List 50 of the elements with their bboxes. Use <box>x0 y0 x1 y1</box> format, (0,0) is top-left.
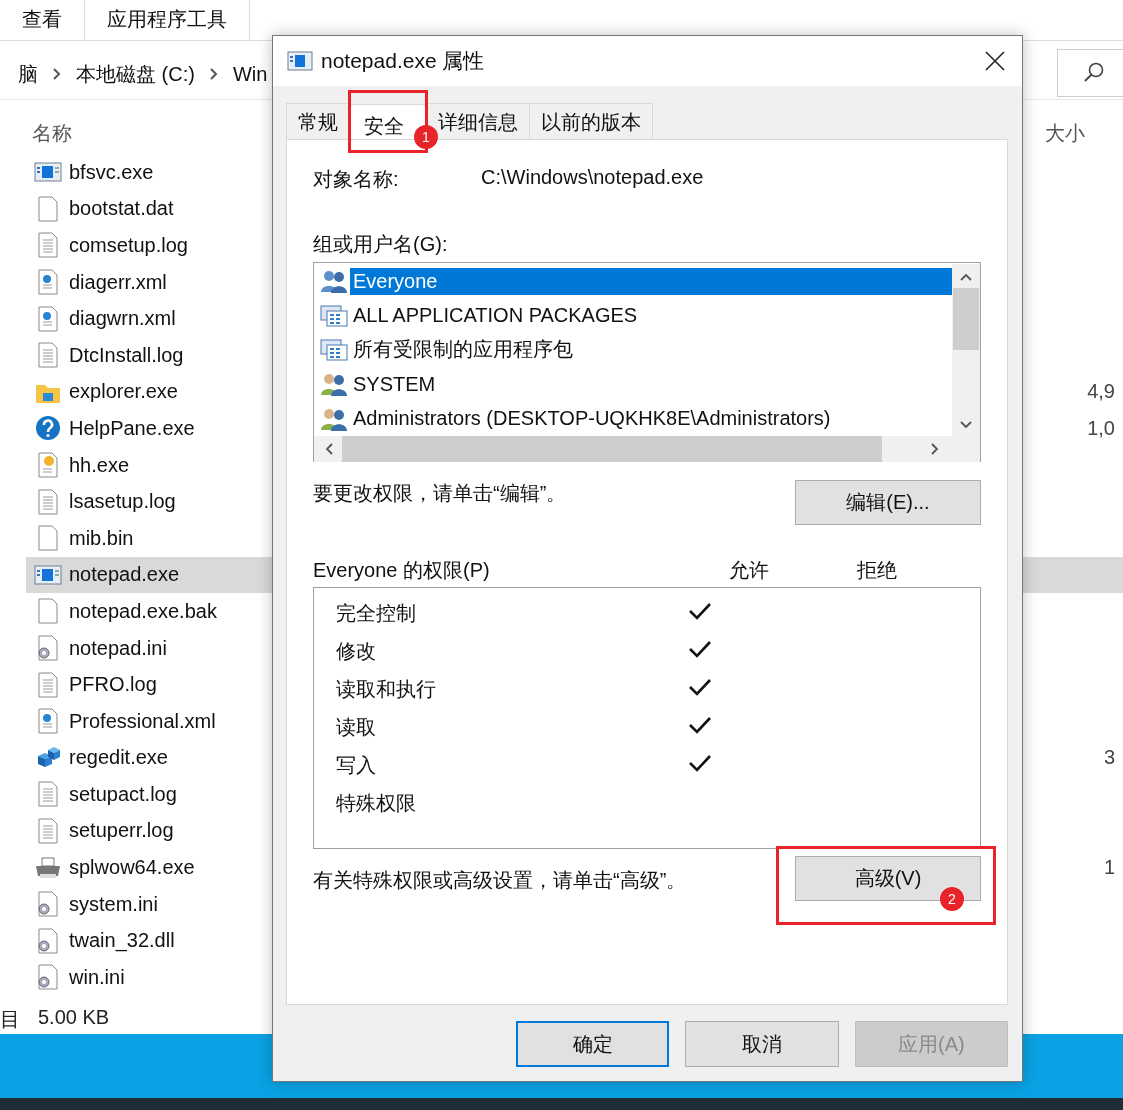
permission-name: 完全控制 <box>336 600 416 626</box>
permission-name: 写入 <box>336 752 376 778</box>
permission-name: 特殊权限 <box>336 790 416 816</box>
file-size: 3 <box>1103 746 1115 770</box>
item-count: 目 <box>0 1006 20 1032</box>
file-name: DtcInstall.log <box>69 343 184 367</box>
file-name: twain_32.dll <box>69 929 175 953</box>
step-number: 2 <box>940 887 964 911</box>
file-name: setuperr.log <box>69 819 174 843</box>
file-size: 1 <box>1103 856 1115 880</box>
file-name: comsetup.log <box>69 234 188 257</box>
user-name: Administrators (DESKTOP-UQKHK8E\Administrators) <box>352 406 832 432</box>
file-name: hh.exe <box>69 453 130 477</box>
file-name: win.ini <box>69 965 125 989</box>
file-name: splwow64.exe <box>69 856 195 880</box>
permission-name: 修改 <box>336 638 376 664</box>
selection-size: 5.00 KB <box>38 1005 110 1030</box>
user-name: 所有受限制的应用程序包 <box>352 337 574 363</box>
file-name: setupact.log <box>69 782 177 806</box>
file-name: notepad.exe <box>69 563 180 587</box>
file-name: mib.bin <box>69 526 134 550</box>
file-name: HelpPane.exe <box>69 416 195 440</box>
user-name: SYSTEM <box>352 371 437 397</box>
window-title: notepad.exe 属性 <box>321 48 486 74</box>
file-name: system.ini <box>69 892 158 916</box>
file-name: PFRO.log <box>69 673 157 697</box>
file-name: diagwrn.xml <box>69 307 176 331</box>
file-name: diagerr.xml <box>69 270 167 294</box>
list-label: 组或用户名(G): <box>313 232 449 253</box>
user-name: ALL APPLICATION PACKAGES <box>352 303 639 329</box>
permission-name: 读取和执行 <box>336 676 436 702</box>
file-name: lsasetup.log <box>69 490 176 514</box>
user-name: Everyone <box>350 267 952 295</box>
hint-text: 要更改权限，请单击“编辑”。 <box>313 481 567 506</box>
file-name: bfsvc.exe <box>69 160 154 184</box>
file-name: Professional.xml <box>69 709 216 733</box>
file-name: bootstat.dat <box>69 197 174 221</box>
column-header: 允许 <box>728 558 770 583</box>
file-name: notepad.ini <box>69 636 167 660</box>
object-path: C:\Windows\notepad.exe <box>481 166 704 190</box>
column-header: 拒绝 <box>856 558 898 583</box>
file-name: notepad.exe.bak <box>69 599 217 623</box>
hint-text: 有关特殊权限或高级设置，请单击“高级”。 <box>313 868 687 893</box>
field-label: 对象名称: <box>313 167 400 192</box>
file-size: 1,0 <box>1087 416 1115 440</box>
permissions-label: Everyone 的权限(P) <box>313 558 491 583</box>
permission-name: 读取 <box>336 714 376 740</box>
file-size: 4,9 <box>1087 380 1115 404</box>
file-name: explorer.exe <box>69 380 178 404</box>
file-name: regedit.exe <box>69 746 168 770</box>
